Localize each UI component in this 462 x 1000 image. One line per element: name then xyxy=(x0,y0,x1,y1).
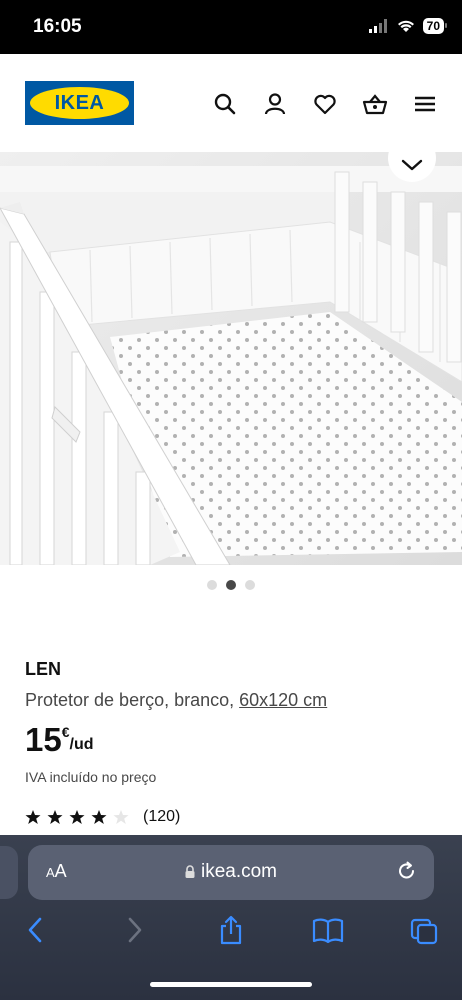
ikea-logo[interactable]: IKEA xyxy=(25,81,134,125)
basket-icon[interactable] xyxy=(362,91,388,117)
star-filled-icon xyxy=(69,810,85,824)
home-indicator xyxy=(150,982,312,987)
reload-icon[interactable] xyxy=(396,860,418,882)
search-icon[interactable] xyxy=(212,91,238,117)
back-icon[interactable] xyxy=(22,915,50,945)
price-currency: € xyxy=(61,724,70,740)
url-text: ikea.com xyxy=(200,861,278,882)
header-actions xyxy=(212,91,438,117)
user-icon[interactable] xyxy=(262,91,288,117)
vat-note: IVA incluído no preço xyxy=(25,769,157,785)
status-bar: 16:05 70 xyxy=(0,0,462,54)
star-empty-icon xyxy=(113,810,129,824)
menu-icon[interactable] xyxy=(412,91,438,117)
logo-oval: IKEA xyxy=(30,87,129,119)
crib-illustration xyxy=(0,152,462,565)
product-description-text: Protetor de berço, branco, xyxy=(25,690,240,710)
battery-indicator: 70 xyxy=(422,18,448,34)
chevron-down-icon xyxy=(401,159,423,171)
rating-count: (120) xyxy=(143,808,181,825)
site-header: IKEA xyxy=(0,54,462,152)
product-image[interactable] xyxy=(0,152,462,565)
previous-tab-peek[interactable] xyxy=(0,846,18,899)
product-name: LEN xyxy=(25,659,61,679)
rating-stars xyxy=(25,809,129,825)
gallery-dot[interactable] xyxy=(245,580,255,590)
gallery-dot-active[interactable] xyxy=(226,580,236,590)
status-icons: 70 xyxy=(368,18,448,34)
product-description: Protetor de berço, branco, 60x120 cm xyxy=(25,690,327,711)
product-price: 15 € /ud xyxy=(25,722,94,758)
address-bar[interactable]: AA ikea.com xyxy=(28,845,434,900)
signal-icon xyxy=(368,19,387,33)
wifi-icon xyxy=(397,20,414,32)
lock-icon xyxy=(185,865,195,878)
gallery-dot[interactable] xyxy=(207,580,217,590)
forward-icon[interactable] xyxy=(120,915,148,945)
share-icon[interactable] xyxy=(217,915,245,945)
url-display[interactable]: ikea.com xyxy=(28,861,434,883)
price-integer: 15 xyxy=(25,721,62,758)
safari-toolbar xyxy=(0,915,462,949)
star-filled-icon xyxy=(25,810,41,824)
price-unit: /ud xyxy=(69,736,94,753)
logo-text: IKEA xyxy=(54,91,105,114)
heart-icon[interactable] xyxy=(312,91,338,117)
star-filled-icon xyxy=(47,810,63,824)
tabs-icon[interactable] xyxy=(410,915,438,945)
bookmarks-icon[interactable] xyxy=(312,915,344,945)
gallery-pagination xyxy=(0,580,462,590)
product-rating[interactable]: (120) xyxy=(25,808,180,826)
status-time: 16:05 xyxy=(33,16,82,37)
product-size-link[interactable]: 60x120 cm xyxy=(239,690,327,710)
safari-bottom-bar: AA ikea.com xyxy=(0,835,462,1000)
star-filled-icon xyxy=(91,810,107,824)
